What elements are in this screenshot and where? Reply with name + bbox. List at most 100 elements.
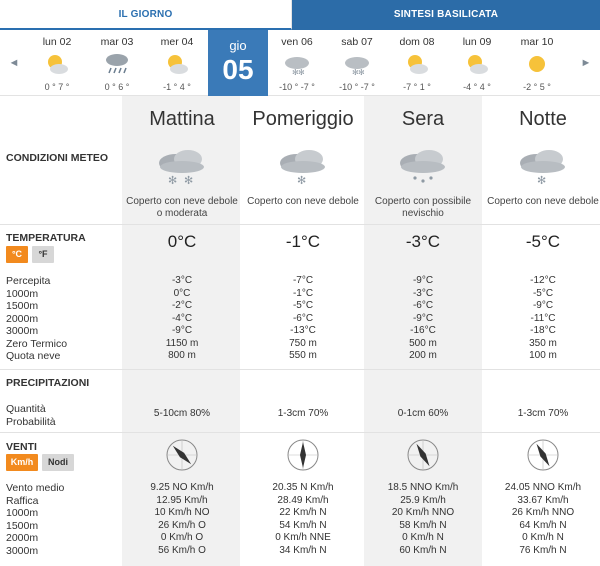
day-temps: 0 ° 6 °	[104, 82, 130, 92]
label-1500m: 1500m	[6, 300, 39, 312]
wind-compass-icon	[526, 438, 560, 472]
precipitation-labels: Quantità Probabilità	[6, 403, 56, 428]
temp-value: -9°C	[412, 275, 434, 286]
wind-value: 58 Km/h N	[399, 519, 447, 531]
day-temps: 0 ° 7 °	[44, 82, 70, 92]
snow-cloud-icon: ✻ ✻	[159, 150, 204, 187]
next-day-arrow[interactable]: ►	[572, 30, 600, 96]
conditions-title: CONDIZIONI METEO	[6, 152, 109, 164]
wind-value: 26 Km/h NNO	[511, 507, 575, 518]
day-item[interactable]: mer 04 -1 ° 4 °	[147, 30, 207, 96]
temp-value: 0°C	[173, 287, 191, 299]
temp-value: -7°C	[292, 275, 314, 286]
svg-text:✻: ✻	[537, 175, 546, 187]
sleet-cloud-icon	[400, 150, 445, 183]
wind-column: 24.05 NNO Km/h 33.67 Km/h 26 Km/h NNO 64 Km…	[483, 482, 600, 557]
label-raffica: Raffica	[6, 494, 39, 507]
wind-value: 64 Km/h N	[519, 519, 567, 531]
wind-value: 34 Km/h N	[279, 544, 327, 556]
precipitation-title: PRECIPITAZIONI	[6, 377, 90, 389]
temp-value: -2°C	[171, 300, 193, 311]
celsius-toggle[interactable]: °C	[6, 246, 28, 263]
knots-toggle[interactable]: Nodi	[42, 454, 74, 471]
day-item[interactable]: ven 06 ✻ ✻ -10 ° -7 °	[267, 30, 327, 96]
temp-column: -9°C -3°C -6°C -9°C -16°C 500 m 200 m	[363, 275, 483, 363]
wind-value: 22 Km/h N	[279, 507, 327, 518]
temp-value: -12°C	[530, 275, 556, 286]
temp-value: 100 m	[529, 350, 557, 361]
wind-value: 20.35 N Km/h	[272, 482, 334, 493]
temp-value: 750 m	[289, 337, 317, 349]
temp-value: 350 m	[529, 337, 557, 349]
prev-day-arrow[interactable]: ◄	[0, 30, 28, 96]
wind-value: 33.67 Km/h	[517, 494, 569, 506]
svg-text:✻: ✻	[358, 68, 365, 77]
period-pomeriggio: Pomeriggio	[252, 108, 354, 130]
condition-mattina: Coperto con neve debole o moderata	[126, 196, 238, 219]
svg-text:✻: ✻	[168, 175, 177, 187]
divider	[0, 224, 600, 225]
temp-value: 1150 m	[165, 337, 199, 349]
svg-text:✻: ✻	[298, 68, 305, 77]
temp-notte: -5°C	[525, 232, 561, 251]
wind-value: 12.95 Km/h	[156, 494, 208, 506]
temp-value: -5°C	[532, 287, 554, 299]
day-item[interactable]: lun 09 -4 ° 4 °	[447, 30, 507, 96]
wind-value: 9.25 NO Km/h	[150, 482, 214, 493]
label-1000m: 1000m	[6, 287, 39, 300]
fahrenheit-toggle[interactable]: °F	[32, 246, 54, 263]
temp-value: 800 m	[168, 350, 196, 361]
label-probabilita: Probabilità	[6, 415, 56, 428]
svg-text:✻: ✻	[297, 175, 306, 187]
sun-icon	[524, 51, 550, 77]
tab-il-giorno[interactable]: IL GIORNO	[0, 0, 292, 30]
day-name: mer 04	[160, 36, 194, 48]
day-temps: -10 ° -7 °	[339, 82, 375, 92]
wind-value: 20 Km/h NNO	[391, 507, 455, 518]
day-number: 05	[222, 54, 254, 85]
day-name: ven 06	[281, 36, 313, 48]
wind-compass-icon	[406, 438, 440, 472]
snow-cloud-icon: ✻ ✻	[344, 51, 370, 77]
temp-pomeriggio: -1°C	[285, 232, 321, 251]
temp-value: -9°C	[412, 312, 434, 324]
period-notte: Notte	[519, 108, 567, 130]
wind-compass-icon	[165, 438, 199, 472]
precip-notte: 1-3cm 70%	[517, 408, 569, 419]
temp-value: -9°C	[171, 325, 193, 336]
temp-value: -13°C	[290, 325, 316, 336]
wind-compass-icon	[286, 438, 320, 472]
wind-value: 26 Km/h O	[158, 519, 206, 531]
rain-cloud-icon	[104, 51, 130, 77]
day-item[interactable]: dom 08 -7 ° 1 °	[387, 30, 447, 96]
day-name: lun 09	[462, 36, 492, 48]
condition-pomeriggio: Coperto con neve debole	[247, 196, 359, 207]
temp-value: -11°C	[530, 312, 556, 324]
wind-value: 28.49 Km/h	[277, 494, 329, 506]
day-item[interactable]: mar 10 -2 ° 5 °	[507, 30, 567, 96]
day-item[interactable]: sab 07 ✻ ✻ -10 ° -7 °	[327, 30, 387, 96]
temp-value: -4°C	[171, 312, 193, 324]
day-selected[interactable]: gio 05	[208, 30, 268, 96]
temperature-title: TEMPERATURA	[6, 232, 86, 244]
temperature-labels: Percepita 1000m 1500m 2000m 3000m Zero T…	[6, 275, 67, 363]
day-item[interactable]: lun 02 0 ° 7 °	[27, 30, 87, 96]
temp-column: -7°C -1°C -5°C -6°C -13°C 750 m 550 m	[243, 275, 363, 363]
temp-value: -3°C	[171, 275, 193, 286]
tab-sintesi-basilicata[interactable]: SINTESI BASILICATA	[292, 0, 600, 30]
period-sera: Sera	[401, 108, 445, 130]
divider	[0, 432, 600, 433]
sun-cloud-icon	[164, 51, 190, 77]
wind-value: 18.5 NNO Km/h	[387, 482, 459, 493]
wind-value: 60 Km/h N	[399, 544, 447, 556]
sun-cloud-icon	[464, 51, 490, 77]
wind-value: 56 Km/h O	[158, 544, 206, 556]
wind-value: 76 Km/h N	[519, 544, 567, 556]
label-wind-1500m: 1500m	[6, 519, 39, 532]
temp-value: -5°C	[292, 300, 314, 311]
wind-value: 54 Km/h N	[279, 519, 327, 531]
day-item[interactable]: mar 03 0 ° 6 °	[87, 30, 147, 96]
label-2000m: 2000m	[6, 312, 39, 325]
kmh-toggle[interactable]: Km/h	[6, 454, 38, 471]
temp-column: -3°C 0°C -2°C -4°C -9°C 1150 m 800 m	[122, 275, 242, 363]
